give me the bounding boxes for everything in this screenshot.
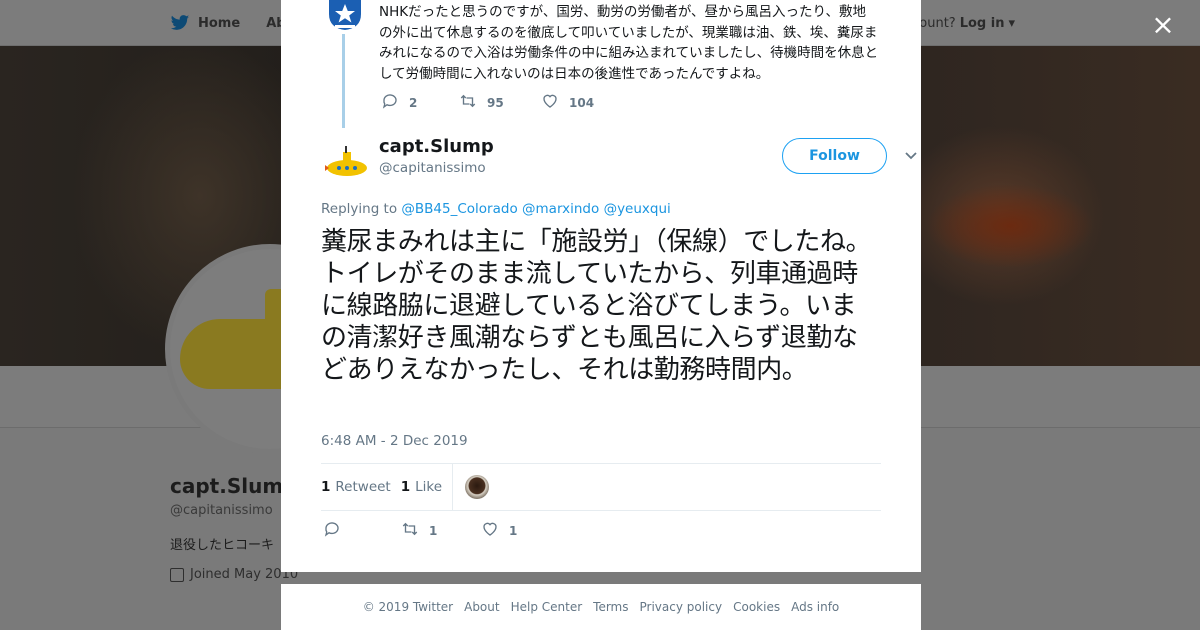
profile-handle: @capitanissimo	[170, 503, 273, 518]
footer-copyright: © 2019 Twitter	[362, 600, 454, 614]
nav-home-link[interactable]: Home	[198, 16, 240, 31]
retweet-stat[interactable]: 1 Retweet	[321, 479, 391, 495]
parent-tweet-avatar[interactable]	[327, 0, 363, 30]
retweet-count: 1	[429, 523, 438, 538]
reply-icon	[323, 520, 341, 541]
tweet-timestamp[interactable]: 6:48 AM - 2 Dec 2019	[321, 433, 468, 449]
parent-tweet-actions: 2 95 104	[381, 92, 594, 113]
parent-like-button[interactable]: 104	[541, 92, 594, 113]
like-stat-count: 1	[400, 479, 411, 495]
footer-link-ads-info[interactable]: Ads info	[791, 600, 839, 614]
like-stat[interactable]: 1 Like	[401, 479, 442, 495]
profile-name: capt.Slump	[170, 474, 298, 498]
replying-to: Replying to @BB45_Colorado @marxindo @ye…	[321, 201, 671, 217]
mention-link[interactable]: @marxindo	[522, 201, 599, 217]
like-count: 1	[509, 523, 518, 538]
retweet-stat-label: Retweet	[335, 479, 391, 495]
author-handle[interactable]: @capitanissimo	[379, 160, 486, 176]
tweet-actions: 1 1	[323, 520, 517, 541]
footer-link-help-center[interactable]: Help Center	[511, 600, 583, 614]
mention-link[interactable]: @BB45_Colorado	[401, 201, 517, 217]
parent-retweet-count: 95	[487, 95, 504, 110]
footer: © 2019 Twitter About Help Center Terms P…	[281, 584, 921, 630]
mention-link[interactable]: @yeuxqui	[604, 201, 671, 217]
reply-icon	[381, 92, 399, 113]
tweet-stats: 1 Retweet 1 Like	[321, 463, 881, 511]
heart-icon	[481, 520, 499, 541]
reply-button[interactable]	[323, 520, 401, 541]
top-nav-right: ccount? Log in ▾	[905, 0, 1015, 46]
footer-link-about[interactable]: About	[464, 600, 499, 614]
login-link[interactable]: Log in	[960, 16, 1005, 31]
footer-link-cookies[interactable]: Cookies	[733, 600, 780, 614]
tweet-author: capt.Slump @capitanissimo Follow	[321, 136, 917, 186]
retweet-stat-count: 1	[321, 479, 331, 495]
parent-tweet-text: NHKだったと思うのですが、国労、動労の労働者が、昼から風呂入ったり、敷地の外に…	[379, 4, 879, 82]
like-stat-label: Like	[415, 479, 443, 495]
liker-avatar[interactable]	[465, 475, 490, 499]
follow-button[interactable]: Follow	[782, 138, 887, 174]
tweet-modal: NHKだったと思うのですが、国労、動労の労働者が、昼から風呂入ったり、敷地の外に…	[281, 0, 921, 572]
parent-tweet: NHKだったと思うのですが、国労、動労の労働者が、昼から風呂入ったり、敷地の外に…	[281, 0, 921, 130]
close-icon[interactable]: ×	[1148, 10, 1178, 40]
author-avatar[interactable]	[321, 138, 369, 186]
replying-prefix: Replying to	[321, 201, 398, 217]
author-name[interactable]: capt.Slump	[379, 136, 494, 157]
like-button[interactable]: 1	[481, 520, 517, 541]
chevron-down-icon[interactable]	[904, 148, 918, 162]
parent-reply-count: 2	[409, 95, 418, 110]
retweet-button[interactable]: 1	[401, 520, 481, 541]
chevron-down-icon[interactable]: ▾	[1008, 16, 1015, 31]
profile-bio: 退役したヒコーキ	[170, 538, 275, 553]
parent-like-count: 104	[569, 95, 595, 110]
thread-connector-line	[342, 34, 345, 128]
calendar-icon	[170, 567, 184, 582]
footer-link-terms[interactable]: Terms	[593, 600, 628, 614]
heart-icon	[541, 92, 559, 113]
tweet-text: 糞尿まみれは主に「施設労」（保線）でしたね。トイレがそのまま流していたから、列車…	[321, 227, 872, 385]
parent-reply-button[interactable]: 2	[381, 92, 459, 113]
stats-divider	[452, 463, 454, 511]
profile-joined: Joined May 2010	[170, 567, 298, 582]
top-nav-left: Home Abo	[170, 0, 295, 46]
twitter-bird-icon[interactable]	[170, 13, 190, 33]
retweet-icon	[401, 520, 419, 541]
retweet-icon	[459, 92, 477, 113]
parent-retweet-button[interactable]: 95	[459, 92, 541, 113]
footer-link-privacy[interactable]: Privacy policy	[640, 600, 723, 614]
